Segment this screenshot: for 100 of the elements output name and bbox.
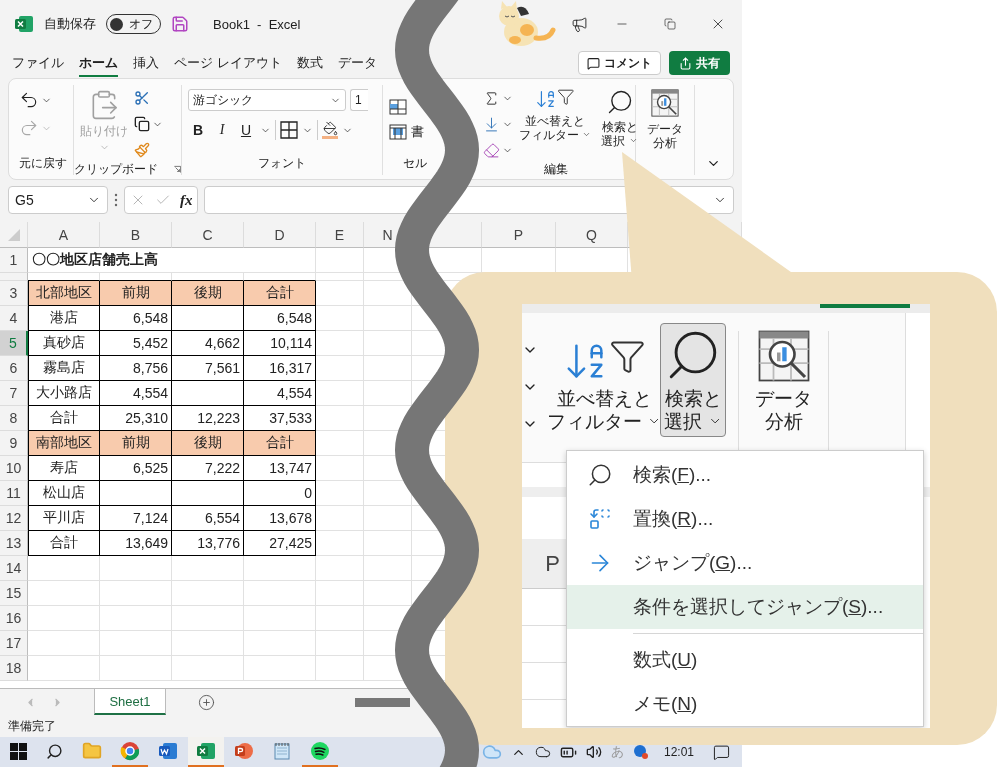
- data-analysis-icon: [650, 88, 680, 118]
- row-header[interactable]: 11: [0, 481, 28, 506]
- add-sheet-icon[interactable]: [198, 693, 215, 711]
- menu-item[interactable]: 数式(U): [567, 638, 923, 682]
- scissors-icon: [134, 90, 150, 106]
- table-cell: 13,649: [100, 531, 172, 556]
- table-cell: 37,533: [244, 406, 316, 431]
- group-label: 元に戻す: [19, 155, 67, 172]
- font-name-field[interactable]: 游ゴシック: [188, 89, 346, 111]
- row-header[interactable]: 10: [0, 456, 28, 481]
- row-header[interactable]: 7: [0, 381, 28, 406]
- ribbon-tab[interactable]: ファイル: [12, 49, 64, 77]
- notepad-icon: [272, 741, 292, 761]
- grid-cell: [28, 606, 100, 631]
- share-icon: [679, 56, 692, 70]
- data-analysis-button[interactable]: データ 分析: [643, 85, 687, 175]
- share-button[interactable]: 共有: [669, 51, 730, 75]
- grid-cell: [172, 581, 244, 606]
- row-header[interactable]: 16: [0, 606, 28, 631]
- menu-item[interactable]: メモ(N): [567, 682, 923, 726]
- ribbon-tab[interactable]: ホーム: [79, 49, 118, 77]
- row-header[interactable]: 12: [0, 506, 28, 531]
- insert-cells-icon[interactable]: [389, 99, 407, 115]
- row-header[interactable]: 14: [0, 556, 28, 581]
- data-analysis-button[interactable]: データ 分析: [751, 325, 816, 437]
- menu-item[interactable]: 条件を選択してジャンプ(S)...: [567, 585, 923, 629]
- table-cell: 6,525: [100, 456, 172, 481]
- table-cell: [172, 306, 244, 331]
- font-size-field[interactable]: 1: [350, 89, 368, 111]
- table-cell: 13,678: [244, 506, 316, 531]
- comment-button[interactable]: コメント: [578, 51, 661, 75]
- row-header[interactable]: 8: [0, 406, 28, 431]
- sheet-tab[interactable]: Sheet1: [94, 689, 166, 715]
- group-label: セル: [403, 155, 427, 172]
- column-header[interactable]: B: [100, 222, 172, 248]
- header-cell: 合計: [244, 281, 316, 306]
- name-box[interactable]: G5: [8, 186, 108, 214]
- column-header[interactable]: E: [316, 222, 364, 248]
- notification-icon[interactable]: [713, 743, 730, 761]
- find-select-button[interactable]: 検索と 選択: [597, 85, 642, 161]
- row-header[interactable]: 18: [0, 656, 28, 681]
- grid-cell: [316, 281, 364, 306]
- grid-cell: [316, 406, 364, 431]
- ribbon-tab[interactable]: 数式: [296, 49, 323, 77]
- grid-cell: [172, 606, 244, 631]
- bold-button[interactable]: B: [188, 119, 208, 141]
- menu-item[interactable]: 置換(R)...: [567, 497, 923, 541]
- menu-item[interactable]: ジャンプ(G)...: [567, 541, 923, 585]
- borders-icon[interactable]: [280, 121, 298, 139]
- scrollbar-thumb[interactable]: [355, 697, 410, 707]
- menu-item[interactable]: 検索(F)...: [567, 453, 923, 497]
- table-cell: 4,662: [172, 331, 244, 356]
- ribbon-tab[interactable]: データ: [337, 49, 377, 77]
- row-header[interactable]: 9: [0, 431, 28, 456]
- grid-cell: [316, 506, 364, 531]
- group-label: クリップボード: [74, 161, 158, 178]
- row-header[interactable]: 13: [0, 531, 28, 556]
- grid-cell: [244, 631, 316, 656]
- header-cell: 南部地区: [28, 431, 100, 456]
- autosave-label: 自動保存: [44, 15, 96, 33]
- row-header[interactable]: 17: [0, 631, 28, 656]
- save-icon[interactable]: [171, 15, 189, 33]
- column-header[interactable]: P: [522, 539, 566, 589]
- row-header[interactable]: 6: [0, 356, 28, 381]
- grid-cell: [316, 581, 364, 606]
- column-header[interactable]: Q: [556, 222, 628, 248]
- megaphone-icon[interactable]: [571, 15, 588, 33]
- row-header[interactable]: 1: [0, 248, 28, 273]
- table-cell: [172, 481, 244, 506]
- column-header[interactable]: P: [482, 222, 556, 248]
- taskbar-app[interactable]: [188, 737, 224, 767]
- volume-icon[interactable]: [585, 744, 602, 760]
- column-header[interactable]: D: [244, 222, 316, 248]
- launcher-icon[interactable]: [174, 165, 181, 174]
- sort-filter-button[interactable]: 並べ替えと フィルター: [515, 85, 596, 161]
- column-header[interactable]: C: [172, 222, 244, 248]
- copy-icon: [134, 116, 150, 132]
- grid-cell: [100, 581, 172, 606]
- grid-cell: [244, 656, 316, 681]
- format-button[interactable]: 書: [389, 121, 441, 143]
- cloud-icon[interactable]: [534, 744, 551, 760]
- fill-down-icon: [483, 115, 500, 133]
- column-header[interactable]: A: [28, 222, 100, 248]
- italic-button[interactable]: I: [212, 119, 232, 141]
- underline-button[interactable]: U: [236, 119, 256, 141]
- table-cell: 27,425: [244, 531, 316, 556]
- table-cell: 6,548: [100, 306, 172, 331]
- table-cell: [100, 481, 172, 506]
- redo-icon: [19, 118, 39, 138]
- find-select-button[interactable]: 検索と 選択: [660, 323, 726, 437]
- insert-function-button[interactable]: fx: [179, 191, 193, 209]
- ribbon-tab[interactable]: ページ レイアウト: [174, 49, 282, 77]
- status-dot-icon[interactable]: [632, 744, 649, 760]
- row-header[interactable]: 15: [0, 581, 28, 606]
- row-header[interactable]: 4: [0, 306, 28, 331]
- format-cells-icon: [389, 124, 407, 140]
- row-header[interactable]: 5: [0, 331, 28, 356]
- row-header[interactable]: 3: [0, 281, 28, 306]
- ribbon-tab[interactable]: 挿入: [133, 49, 159, 77]
- fill-color-icon[interactable]: [322, 121, 338, 139]
